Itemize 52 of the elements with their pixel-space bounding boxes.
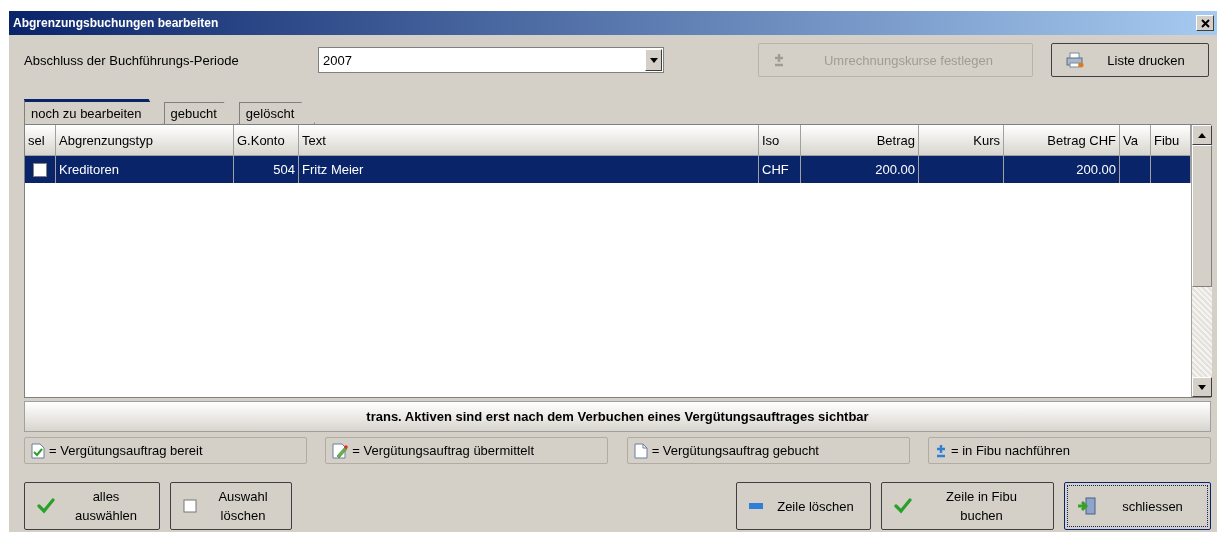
tab[interactable]: gebucht	[163, 102, 238, 124]
legend-text: = Vergütungsauftrag gebucht	[651, 443, 819, 458]
check-icon	[37, 498, 55, 514]
period-dropdown[interactable]: 2007	[318, 47, 664, 73]
delete-row-button[interactable]: Zeile löschen	[736, 482, 871, 530]
legend-text: = Vergütungsauftrag bereit	[49, 443, 203, 458]
scrollbar[interactable]	[1191, 125, 1212, 397]
column-header[interactable]: Text	[299, 125, 759, 156]
document-check-icon	[31, 442, 45, 459]
print-list-button[interactable]: Liste drucken	[1051, 43, 1209, 77]
close-dialog-button[interactable]: schliessen	[1064, 482, 1211, 530]
post-row-button[interactable]: Zeile in Fibu buchen	[881, 482, 1054, 530]
row-checkbox[interactable]	[33, 162, 47, 177]
table-cell: CHF	[762, 162, 789, 177]
legend-text: = in Fibu nachführen	[951, 443, 1070, 458]
check-icon	[894, 498, 912, 514]
plus-minus-icon	[773, 53, 785, 67]
table-cell: Kreditoren	[59, 162, 119, 177]
document-pencil-icon	[332, 442, 349, 459]
column-header[interactable]: Betrag	[801, 125, 919, 156]
printer-icon	[1066, 52, 1084, 68]
window-title: Abgrenzungsbuchungen bearbeiten	[13, 16, 219, 30]
close-button[interactable]	[1196, 15, 1214, 31]
clear-selection-button[interactable]: Auswahl löschen	[170, 482, 292, 530]
column-header[interactable]: Betrag CHF	[1004, 125, 1120, 156]
table-cell: 200.00	[1076, 162, 1116, 177]
tab[interactable]: noch zu bearbeiten	[24, 99, 163, 124]
document-icon	[633, 442, 648, 459]
table-cell: 504	[273, 162, 295, 177]
tab[interactable]: gelöscht	[238, 102, 316, 124]
checkbox-icon	[183, 499, 197, 513]
table-cell: 200.00	[875, 162, 915, 177]
column-header[interactable]: Va	[1120, 125, 1151, 156]
minus-icon	[749, 503, 763, 509]
column-header[interactable]: G.Konto	[234, 125, 299, 156]
column-header[interactable]: Fibu	[1151, 125, 1191, 156]
column-header[interactable]: Kurs	[919, 125, 1004, 156]
legend-text: = Vergütungsauftrag übermittelt	[352, 443, 535, 458]
column-header[interactable]: Iso	[759, 125, 801, 156]
dropdown-arrow-icon	[649, 57, 658, 63]
scroll-down-icon[interactable]	[1198, 384, 1206, 390]
info-banner: trans. Aktiven sind erst nach dem Verbuchen eines Vergütungsauftrages sichtbar	[24, 401, 1211, 432]
scroll-up-icon[interactable]	[1198, 132, 1206, 138]
close-icon	[1200, 18, 1210, 28]
plus-minus-icon	[935, 443, 947, 458]
exit-door-icon	[1077, 496, 1097, 516]
table-cell: Fritz Meier	[302, 162, 364, 177]
table-row[interactable]: Kreditoren 504 Fritz Meier CHF 200.00 200.00	[25, 156, 1191, 183]
period-label: Abschluss der Buchführungs-Periode	[24, 52, 240, 68]
column-header[interactable]: sel	[25, 125, 56, 156]
column-header[interactable]: Abgrenzungstyp	[56, 125, 234, 156]
select-all-button[interactable]: alles auswählen	[24, 482, 160, 530]
